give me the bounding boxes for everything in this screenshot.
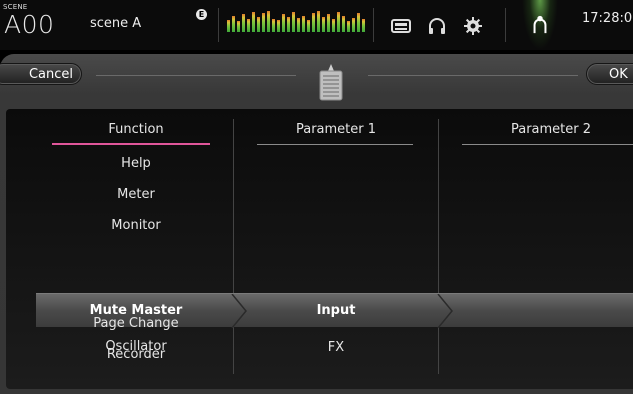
parameter1-underline <box>257 144 413 145</box>
meter-bar <box>272 18 275 32</box>
meter-bar <box>362 18 365 32</box>
top-bar: SCENE A00 scene A E 17:28:0 <box>0 0 633 50</box>
meter-bar <box>312 13 315 32</box>
scene-area[interactable]: SCENE A00 scene A E <box>0 0 210 50</box>
function-item-meter[interactable]: Meter <box>36 184 236 206</box>
divider <box>505 8 506 42</box>
meter-bar <box>317 11 320 32</box>
parameter2-underline <box>462 144 633 145</box>
meter-bar <box>257 16 260 32</box>
meter-bar <box>307 19 310 32</box>
meter-bar <box>227 19 230 32</box>
function-underline <box>52 143 210 145</box>
meter-bar <box>232 15 235 32</box>
user-defined-key-icon <box>319 64 343 101</box>
level-meters[interactable] <box>227 10 367 32</box>
meter-bar <box>282 14 285 32</box>
meter-bar <box>287 16 290 32</box>
parameter1-header: Parameter 1 <box>295 122 377 137</box>
meter-bar <box>332 18 335 32</box>
clock: 17:28:0 <box>582 11 633 26</box>
meter-bar <box>247 18 250 32</box>
meter-bar <box>297 17 300 32</box>
meter-bar <box>267 11 270 32</box>
parameter1-item-input[interactable]: Input <box>236 294 436 327</box>
scene-name: scene A <box>90 16 142 31</box>
headphones-icon[interactable] <box>426 16 448 36</box>
divider <box>373 8 374 42</box>
title-line <box>96 75 296 76</box>
meter-bar <box>327 14 330 32</box>
meter-bar <box>342 15 345 32</box>
meter-bar <box>352 17 355 32</box>
cancel-button[interactable]: Cancel <box>0 63 82 85</box>
meter-bar <box>252 12 255 32</box>
function-header: Function <box>108 122 164 137</box>
meter-bar <box>337 12 340 32</box>
column-divider <box>438 119 439 374</box>
function-dialog: Cancel OK Function Parameter 1 Parameter… <box>0 54 633 394</box>
meter-bar <box>322 16 325 32</box>
function-item-recorder[interactable]: Recorder <box>36 344 236 366</box>
parameter2-header: Parameter 2 <box>510 122 592 137</box>
function-item-page-change[interactable]: Page Change <box>36 313 236 335</box>
meter-bar <box>262 13 265 32</box>
divider <box>218 8 219 42</box>
meter-bar <box>237 21 240 32</box>
scene-number: A00 <box>4 10 55 39</box>
meter-bar <box>347 21 350 32</box>
recorder-icon[interactable] <box>390 16 412 36</box>
edit-badge: E <box>196 9 207 20</box>
ok-button[interactable]: OK <box>586 63 633 85</box>
meter-bar <box>277 19 280 32</box>
title-line <box>368 75 578 76</box>
parameter1-item-fx[interactable]: FX <box>236 340 436 355</box>
function-item-help[interactable]: Help <box>36 153 236 175</box>
meter-bar <box>302 15 305 32</box>
function-item-monitor[interactable]: Monitor <box>36 215 236 237</box>
setup-gear-icon[interactable] <box>462 16 484 36</box>
meter-bar <box>292 12 295 32</box>
user-icon[interactable] <box>529 14 551 34</box>
meter-bar <box>357 13 360 32</box>
meter-bar <box>242 14 245 32</box>
